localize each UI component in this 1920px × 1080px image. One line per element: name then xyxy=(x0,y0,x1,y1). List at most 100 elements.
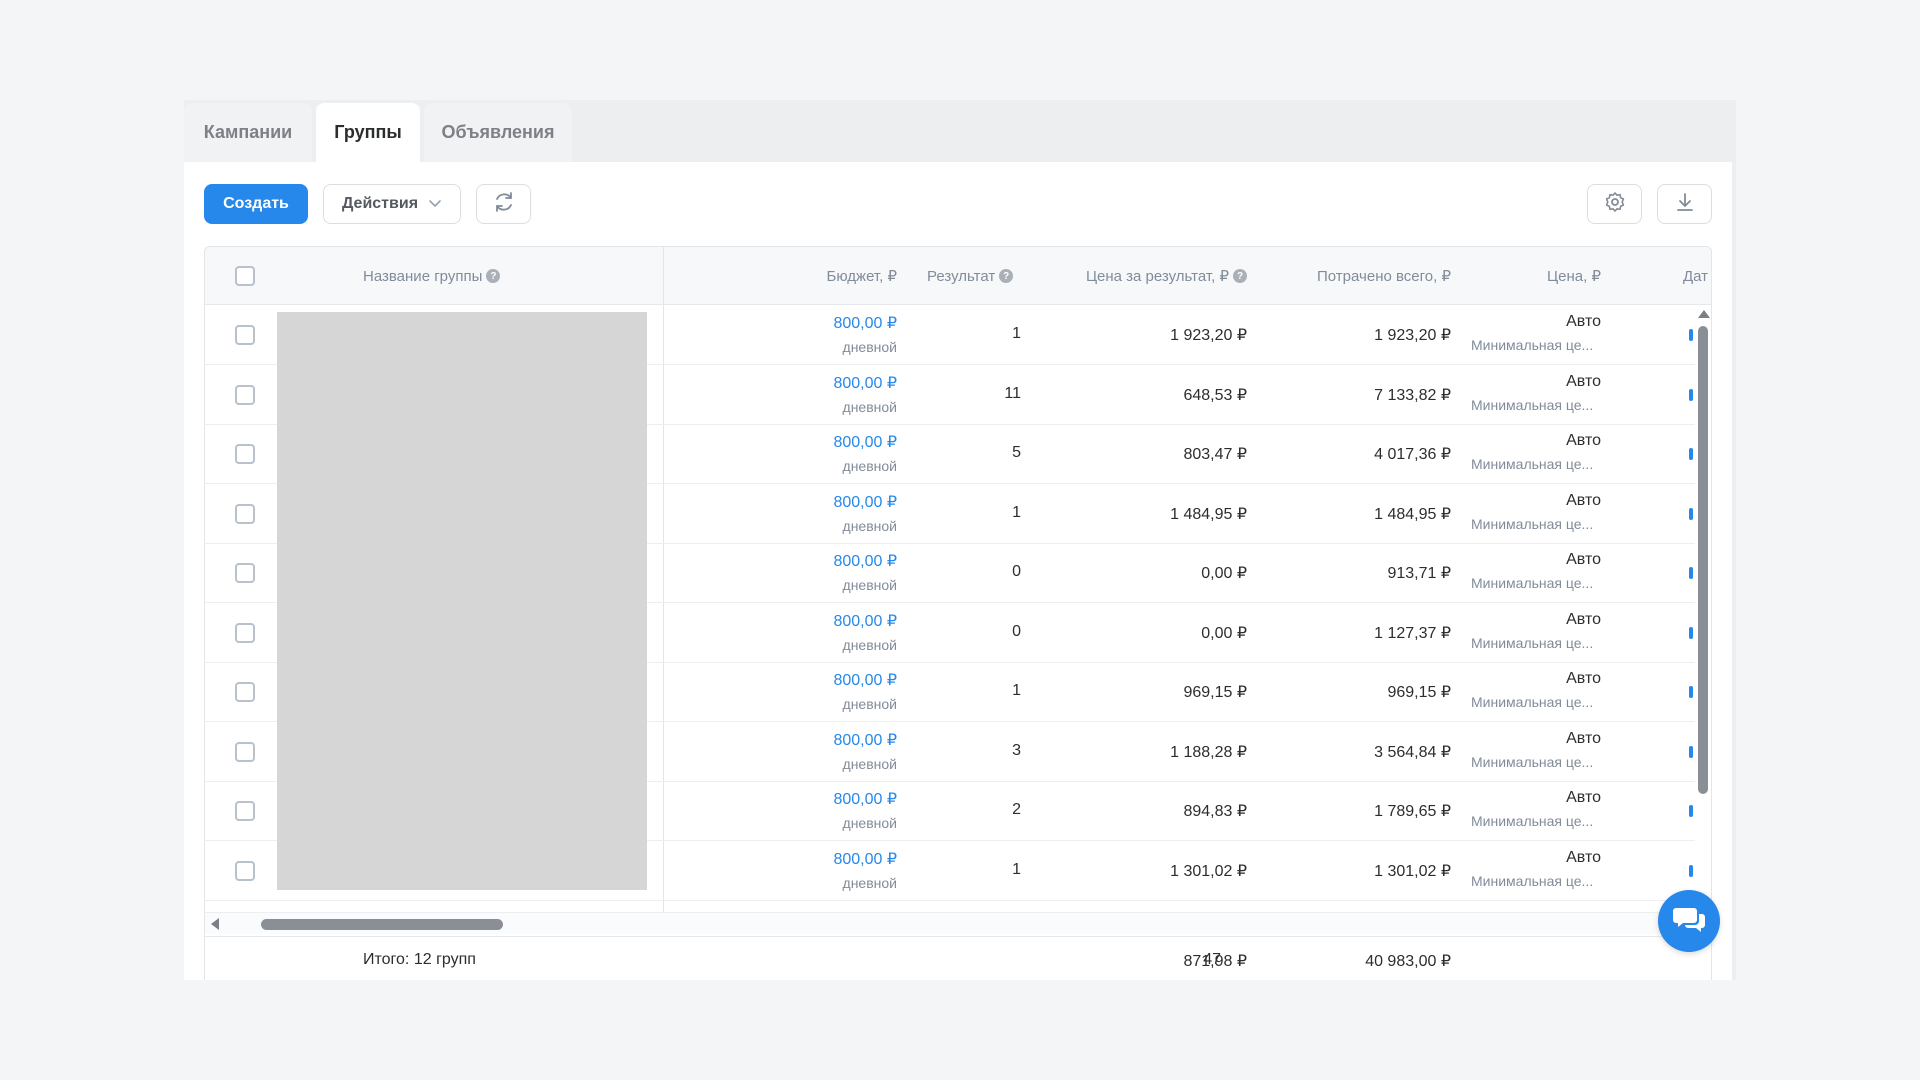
budget-type: дневной xyxy=(842,458,897,474)
budget-value[interactable]: 800,00 ₽ xyxy=(833,432,897,452)
row-checkbox-cell xyxy=(235,741,255,762)
refresh-icon xyxy=(492,190,516,219)
budget-value[interactable]: 800,00 ₽ xyxy=(833,670,897,690)
row-checkbox[interactable] xyxy=(235,325,255,345)
budget-value[interactable]: 800,00 ₽ xyxy=(833,373,897,393)
table-footer: Итого: 12 групп 47 871,98 ₽ 40 983,00 ₽ xyxy=(205,936,1711,980)
header-spent-total[interactable]: Потрачено всего, ₽ xyxy=(1251,247,1451,305)
actions-label: Действия xyxy=(341,195,419,212)
budget-value[interactable]: 800,00 ₽ xyxy=(833,849,897,869)
date-cell-partial xyxy=(1689,567,1693,579)
spent-total-value: 3 564,84 ₽ xyxy=(1374,743,1451,761)
cost-per-result-value: 969,15 ₽ xyxy=(1183,684,1247,701)
header-group-name[interactable]: Название группы ? xyxy=(363,247,501,305)
price-mode: Авто xyxy=(1566,848,1601,866)
header-result[interactable]: Результат ? xyxy=(927,247,1014,305)
row-checkbox[interactable] xyxy=(235,444,255,464)
price-mode: Авто xyxy=(1566,729,1601,747)
header-cost-per-result[interactable]: Цена за результат, ₽ ? xyxy=(1027,247,1247,305)
question-icon[interactable]: ? xyxy=(999,269,1014,283)
budget-value[interactable]: 800,00 ₽ xyxy=(833,789,897,809)
price-strategy: Минимальная це... xyxy=(1471,634,1594,651)
date-cell-partial xyxy=(1689,686,1693,698)
spent-total-value: 1 923,20 ₽ xyxy=(1374,327,1451,344)
row-checkbox-cell xyxy=(235,860,255,881)
row-checkbox[interactable] xyxy=(235,801,255,821)
result-value: 5 xyxy=(1012,444,1021,461)
groups-panel: Создать Действия Название группы ? Бюдже… xyxy=(184,162,1732,980)
vertical-scrollbar[interactable] xyxy=(1695,306,1711,914)
budget-cell: 800,00 ₽ дневной xyxy=(765,723,897,782)
cost-per-result-value: 894,83 ₽ xyxy=(1183,803,1247,820)
spent-total-value: 1 789,65 ₽ xyxy=(1374,803,1451,820)
result-value: 3 xyxy=(1012,741,1021,759)
budget-cell: 800,00 ₽ дневной xyxy=(765,604,897,663)
header-price[interactable]: Цена, ₽ xyxy=(1471,247,1601,305)
row-checkbox[interactable] xyxy=(235,384,255,405)
row-checkbox-cell xyxy=(235,622,255,643)
horizontal-scroll-thumb[interactable] xyxy=(261,919,503,930)
price-mode: Авто xyxy=(1566,551,1601,568)
spent-total-value: 4 017,36 ₽ xyxy=(1374,446,1451,463)
row-checkbox[interactable] xyxy=(235,860,255,881)
date-cell-partial xyxy=(1689,388,1693,401)
scroll-left-arrow-icon[interactable] xyxy=(211,918,219,930)
budget-value[interactable]: 800,00 ₽ xyxy=(833,492,897,512)
date-cell-partial xyxy=(1689,329,1693,341)
row-checkbox[interactable] xyxy=(235,563,255,583)
select-all-checkbox[interactable] xyxy=(235,266,255,286)
price-strategy: Минимальная це... xyxy=(1471,396,1594,413)
budget-type: дневной xyxy=(842,874,897,891)
budget-value[interactable]: 800,00 ₽ xyxy=(833,730,897,750)
result-value: 1 xyxy=(1012,682,1021,699)
spent-total-value: 913,71 ₽ xyxy=(1387,565,1451,582)
price-strategy: Минимальная це... xyxy=(1471,753,1594,770)
horizontal-scrollbar[interactable] xyxy=(205,912,1695,934)
budget-type: дневной xyxy=(842,696,897,712)
spent-total-value: 969,15 ₽ xyxy=(1387,684,1451,701)
footer-total-label: Итого: 12 групп xyxy=(363,951,476,968)
date-cell-partial xyxy=(1689,448,1693,460)
budget-value[interactable]: 800,00 ₽ xyxy=(833,551,897,571)
row-checkbox-cell xyxy=(235,563,255,583)
tab-groups[interactable]: Группы xyxy=(316,103,420,162)
refresh-button[interactable] xyxy=(476,184,531,224)
cost-per-result-value: 0,00 ₽ xyxy=(1201,565,1247,582)
budget-cell: 800,00 ₽ дневной xyxy=(765,842,897,901)
download-button[interactable] xyxy=(1657,184,1712,224)
row-checkbox[interactable] xyxy=(235,741,255,762)
row-checkbox-cell xyxy=(235,801,255,821)
budget-type: дневной xyxy=(842,815,897,831)
price-mode: Авто xyxy=(1566,372,1601,390)
cost-per-result-value: 803,47 ₽ xyxy=(1183,446,1247,463)
price-mode: Авто xyxy=(1566,789,1601,806)
create-button[interactable]: Создать xyxy=(204,184,308,224)
chat-button[interactable] xyxy=(1658,890,1720,952)
settings-button[interactable] xyxy=(1587,184,1642,224)
tab-ads[interactable]: Объявления xyxy=(424,103,572,162)
budget-type: дневной xyxy=(842,398,897,415)
price-strategy: Минимальная це... xyxy=(1471,337,1594,353)
budget-value[interactable]: 800,00 ₽ xyxy=(833,611,897,631)
price-strategy: Минимальная це... xyxy=(1471,515,1594,532)
actions-dropdown[interactable]: Действия xyxy=(323,184,461,224)
question-icon[interactable]: ? xyxy=(1233,269,1247,283)
budget-type: дневной xyxy=(842,755,897,772)
row-checkbox[interactable] xyxy=(235,503,255,524)
scroll-up-arrow-icon[interactable] xyxy=(1698,310,1710,318)
header-date[interactable]: Дат xyxy=(1683,247,1708,305)
row-checkbox[interactable] xyxy=(235,682,255,702)
groups-table: Название группы ? Бюджет, ₽ Результат ? … xyxy=(204,246,1712,980)
vertical-scroll-thumb[interactable] xyxy=(1698,326,1708,794)
date-cell-partial xyxy=(1689,507,1693,520)
price-mode: Авто xyxy=(1566,491,1601,509)
header-budget[interactable]: Бюджет, ₽ xyxy=(705,247,897,305)
price-strategy: Минимальная це... xyxy=(1471,694,1594,710)
tab-campaigns[interactable]: Кампании xyxy=(184,103,312,162)
row-checkbox[interactable] xyxy=(235,622,255,643)
question-icon[interactable]: ? xyxy=(486,269,501,283)
price-mode: Авто xyxy=(1566,432,1601,449)
gear-icon xyxy=(1603,190,1627,219)
budget-value[interactable]: 800,00 ₽ xyxy=(833,313,897,333)
header-group-name-label: Название группы xyxy=(363,267,483,285)
